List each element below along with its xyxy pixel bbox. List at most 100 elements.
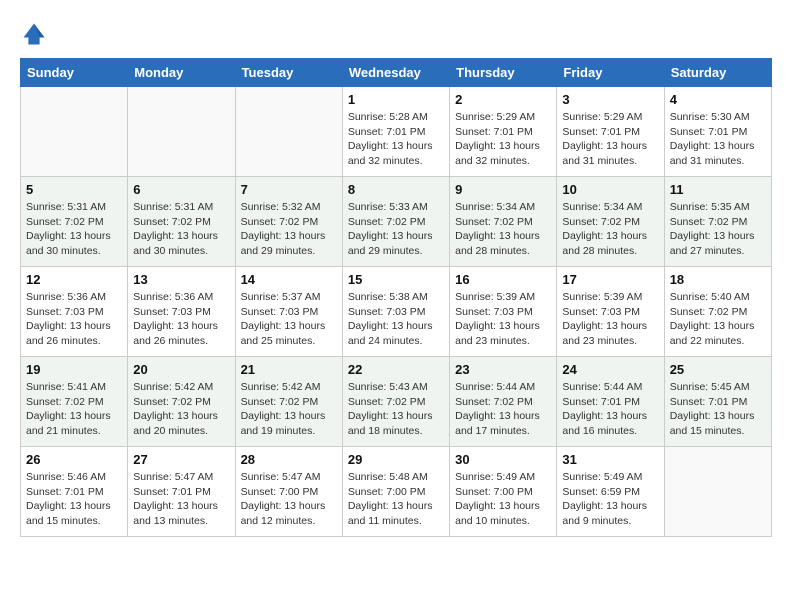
calendar-day-cell: 9 Sunrise: 5:34 AM Sunset: 7:02 PM Daylig… [450,177,557,267]
day-info: Sunrise: 5:31 AM Sunset: 7:02 PM Dayligh… [26,200,122,259]
weekday-header-tuesday: Tuesday [235,59,342,87]
day-number: 23 [455,362,551,377]
day-number: 6 [133,182,229,197]
calendar-day-cell: 1 Sunrise: 5:28 AM Sunset: 7:01 PM Daylig… [342,87,449,177]
day-number: 31 [562,452,658,467]
day-info: Sunrise: 5:33 AM Sunset: 7:02 PM Dayligh… [348,200,444,259]
day-number: 27 [133,452,229,467]
weekday-header-row: SundayMondayTuesdayWednesdayThursdayFrid… [21,59,772,87]
calendar-week-row: 12 Sunrise: 5:36 AM Sunset: 7:03 PM Dayli… [21,267,772,357]
day-info: Sunrise: 5:35 AM Sunset: 7:02 PM Dayligh… [670,200,766,259]
day-info: Sunrise: 5:41 AM Sunset: 7:02 PM Dayligh… [26,380,122,439]
day-number: 15 [348,272,444,287]
day-info: Sunrise: 5:29 AM Sunset: 7:01 PM Dayligh… [562,110,658,169]
calendar-day-cell: 10 Sunrise: 5:34 AM Sunset: 7:02 PM Dayli… [557,177,664,267]
calendar-day-cell: 22Sunrise: 5:43 AM Sunset: 7:02 PM Dayli… [342,357,449,447]
day-info: Sunrise: 5:32 AM Sunset: 7:02 PM Dayligh… [241,200,337,259]
weekday-header-friday: Friday [557,59,664,87]
calendar-day-cell: 4 Sunrise: 5:30 AM Sunset: 7:01 PM Daylig… [664,87,771,177]
day-number: 30 [455,452,551,467]
day-info: Sunrise: 5:37 AM Sunset: 7:03 PM Dayligh… [241,290,337,349]
day-info: Sunrise: 5:43 AM Sunset: 7:02 PM Dayligh… [348,380,444,439]
calendar-day-cell: 16 Sunrise: 5:39 AM Sunset: 7:03 PM Dayli… [450,267,557,357]
calendar-day-cell: 6 Sunrise: 5:31 AM Sunset: 7:02 PM Daylig… [128,177,235,267]
calendar-day-cell: 3 Sunrise: 5:29 AM Sunset: 7:01 PM Daylig… [557,87,664,177]
day-info: Sunrise: 5:46 AM Sunset: 7:01 PM Dayligh… [26,470,122,529]
day-info: Sunrise: 5:45 AM Sunset: 7:01 PM Dayligh… [670,380,766,439]
day-info: Sunrise: 5:36 AM Sunset: 7:03 PM Dayligh… [133,290,229,349]
day-number: 29 [348,452,444,467]
day-number: 1 [348,92,444,107]
day-number: 10 [562,182,658,197]
day-number: 9 [455,182,551,197]
day-number: 28 [241,452,337,467]
calendar-day-cell: 12 Sunrise: 5:36 AM Sunset: 7:03 PM Dayli… [21,267,128,357]
day-number: 3 [562,92,658,107]
day-info: Sunrise: 5:44 AM Sunset: 7:02 PM Dayligh… [455,380,551,439]
calendar-day-cell: 15 Sunrise: 5:38 AM Sunset: 7:03 PM Dayli… [342,267,449,357]
day-info: Sunrise: 5:48 AM Sunset: 7:00 PM Dayligh… [348,470,444,529]
day-info: Sunrise: 5:34 AM Sunset: 7:02 PM Dayligh… [455,200,551,259]
calendar-day-cell: 14 Sunrise: 5:37 AM Sunset: 7:03 PM Dayli… [235,267,342,357]
calendar-day-cell: 21Sunrise: 5:42 AM Sunset: 7:02 PM Dayli… [235,357,342,447]
day-number: 18 [670,272,766,287]
calendar-week-row: 5 Sunrise: 5:31 AM Sunset: 7:02 PM Daylig… [21,177,772,267]
day-number: 14 [241,272,337,287]
day-info: Sunrise: 5:30 AM Sunset: 7:01 PM Dayligh… [670,110,766,169]
calendar-day-cell: 20 Sunrise: 5:42 AM Sunset: 7:02 PM Dayli… [128,357,235,447]
calendar-day-cell: 24 Sunrise: 5:44 AM Sunset: 7:01 PM Dayli… [557,357,664,447]
day-number: 5 [26,182,122,197]
day-info: Sunrise: 5:49 AM Sunset: 7:00 PM Dayligh… [455,470,551,529]
page-header [20,20,772,48]
calendar-week-row: 19 Sunrise: 5:41 AM Sunset: 7:02 PM Dayli… [21,357,772,447]
calendar-day-cell [664,447,771,537]
day-info: Sunrise: 5:42 AM Sunset: 7:02 PM Dayligh… [133,380,229,439]
calendar-day-cell [235,87,342,177]
day-info: Sunrise: 5:34 AM Sunset: 7:02 PM Dayligh… [562,200,658,259]
calendar-day-cell: 28 Sunrise: 5:47 AM Sunset: 7:00 PM Dayli… [235,447,342,537]
day-number: 11 [670,182,766,197]
day-info: Sunrise: 5:47 AM Sunset: 7:01 PM Dayligh… [133,470,229,529]
calendar-day-cell: 23 Sunrise: 5:44 AM Sunset: 7:02 PM Dayli… [450,357,557,447]
calendar-day-cell: 8 Sunrise: 5:33 AM Sunset: 7:02 PM Daylig… [342,177,449,267]
day-info: Sunrise: 5:49 AM Sunset: 6:59 PM Dayligh… [562,470,658,529]
weekday-header-saturday: Saturday [664,59,771,87]
day-number: 24 [562,362,658,377]
calendar-day-cell: 31 Sunrise: 5:49 AM Sunset: 6:59 PM Dayli… [557,447,664,537]
day-info: Sunrise: 5:36 AM Sunset: 7:03 PM Dayligh… [26,290,122,349]
day-number: 16 [455,272,551,287]
day-info: Sunrise: 5:44 AM Sunset: 7:01 PM Dayligh… [562,380,658,439]
day-info: Sunrise: 5:29 AM Sunset: 7:01 PM Dayligh… [455,110,551,169]
calendar-week-row: 1 Sunrise: 5:28 AM Sunset: 7:01 PM Daylig… [21,87,772,177]
day-number: 17 [562,272,658,287]
calendar-week-row: 26 Sunrise: 5:46 AM Sunset: 7:01 PM Dayli… [21,447,772,537]
calendar-day-cell [128,87,235,177]
calendar-day-cell [21,87,128,177]
calendar-day-cell: 30 Sunrise: 5:49 AM Sunset: 7:00 PM Dayli… [450,447,557,537]
calendar-day-cell: 5 Sunrise: 5:31 AM Sunset: 7:02 PM Daylig… [21,177,128,267]
day-number: 19 [26,362,122,377]
day-number: 20 [133,362,229,377]
day-info: Sunrise: 5:38 AM Sunset: 7:03 PM Dayligh… [348,290,444,349]
weekday-header-monday: Monday [128,59,235,87]
calendar-day-cell: 19 Sunrise: 5:41 AM Sunset: 7:02 PM Dayli… [21,357,128,447]
day-number: 25 [670,362,766,377]
calendar-day-cell: 29 Sunrise: 5:48 AM Sunset: 7:00 PM Dayli… [342,447,449,537]
day-number: 8 [348,182,444,197]
calendar-day-cell: 27 Sunrise: 5:47 AM Sunset: 7:01 PM Dayli… [128,447,235,537]
day-info: Sunrise: 5:47 AM Sunset: 7:00 PM Dayligh… [241,470,337,529]
day-number: 21 [241,362,337,377]
day-info: Sunrise: 5:28 AM Sunset: 7:01 PM Dayligh… [348,110,444,169]
calendar-day-cell: 7Sunrise: 5:32 AM Sunset: 7:02 PM Daylig… [235,177,342,267]
logo-icon [20,20,48,48]
calendar-day-cell: 25 Sunrise: 5:45 AM Sunset: 7:01 PM Dayli… [664,357,771,447]
day-number: 12 [26,272,122,287]
day-number: 26 [26,452,122,467]
day-info: Sunrise: 5:40 AM Sunset: 7:02 PM Dayligh… [670,290,766,349]
calendar-day-cell: 18 Sunrise: 5:40 AM Sunset: 7:02 PM Dayli… [664,267,771,357]
day-number: 4 [670,92,766,107]
day-info: Sunrise: 5:31 AM Sunset: 7:02 PM Dayligh… [133,200,229,259]
weekday-header-sunday: Sunday [21,59,128,87]
day-info: Sunrise: 5:39 AM Sunset: 7:03 PM Dayligh… [455,290,551,349]
logo [20,20,52,48]
